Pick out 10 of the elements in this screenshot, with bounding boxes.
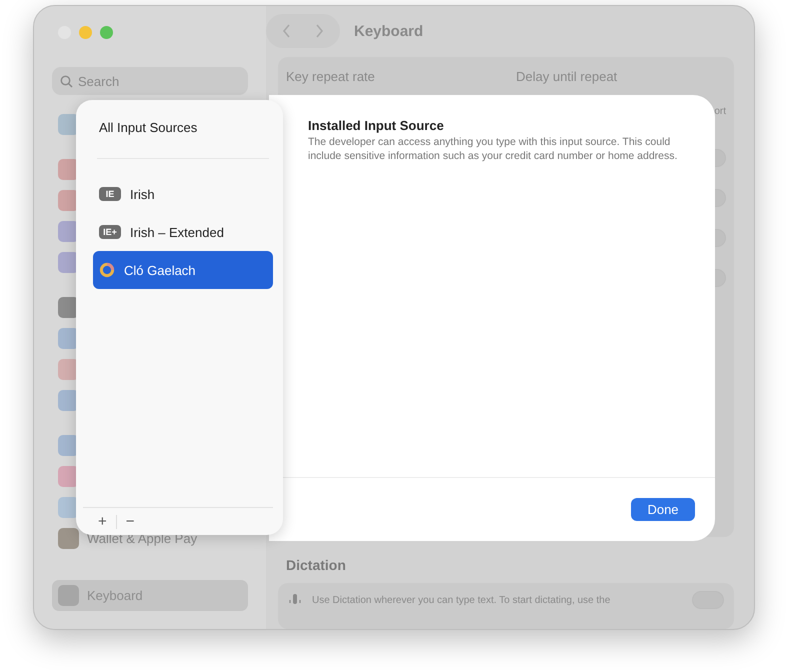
setting-description: Use Dictation wherever you can type text. To start dictating, use the [312,594,612,606]
window-title: Keyboard [354,22,424,40]
setting-label: Delay until repeat [516,68,618,84]
slider-caption: ort [714,106,726,117]
section-title: Dictation [286,557,347,573]
detail-title: Installed Input Source [308,118,445,133]
language-badge: IE+ [99,225,121,239]
language-badge: IE [99,187,121,201]
setting-label: Key repeat rate [286,68,376,84]
detail-description: The developer can access anything you type with this input source. This could include sensitive information such as your credit card number or home address. [308,135,678,163]
